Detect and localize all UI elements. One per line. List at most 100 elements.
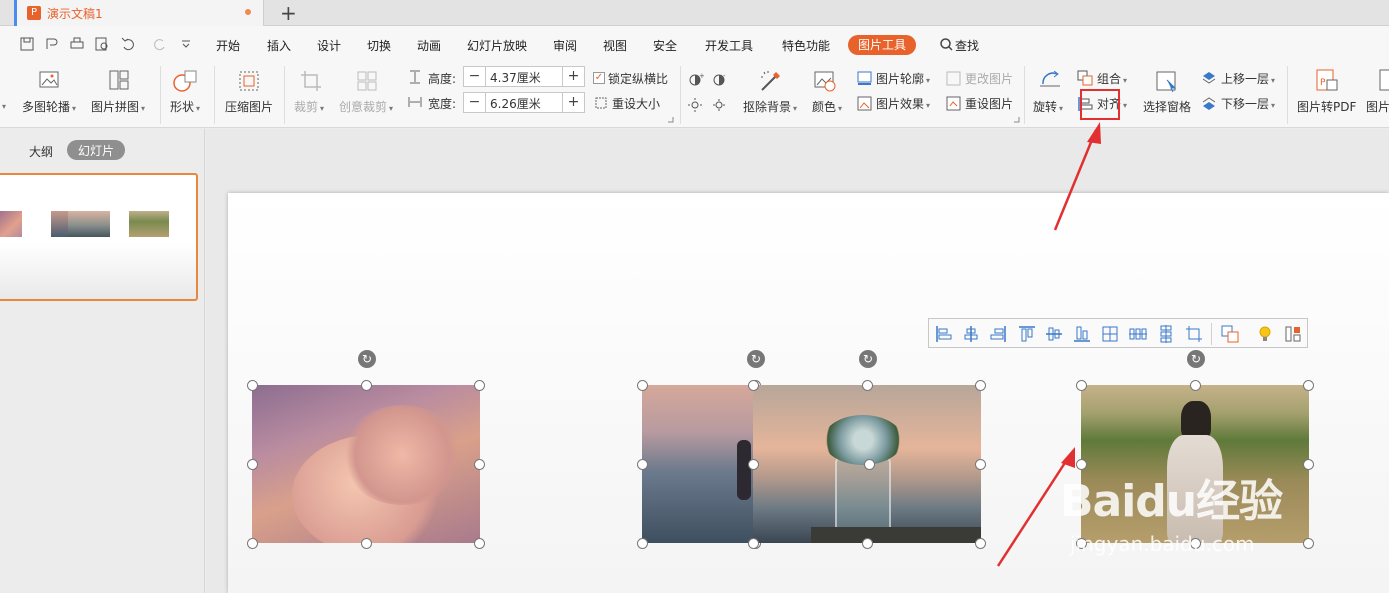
search-icon[interactable] xyxy=(940,38,953,51)
menu-developer[interactable]: 开发工具 xyxy=(705,37,753,54)
print-icon[interactable] xyxy=(70,37,84,51)
rotate-handle-icon[interactable]: ↻ xyxy=(859,350,877,368)
menu-picture-tools[interactable]: 图片工具 xyxy=(848,35,917,55)
dialog-launcher-icon[interactable] xyxy=(668,117,674,123)
color-button[interactable]: 颜色 ▾ xyxy=(812,98,842,115)
align-center-icon[interactable] xyxy=(961,324,981,344)
resize-handle[interactable] xyxy=(1076,380,1087,391)
undo-icon[interactable] xyxy=(121,37,135,51)
print-preview-icon[interactable] xyxy=(95,37,109,51)
rotate-handle-icon[interactable]: ↻ xyxy=(358,350,376,368)
height-decrease-button[interactable]: − xyxy=(464,67,486,86)
resize-handle[interactable] xyxy=(862,380,873,391)
menu-review[interactable]: 审阅 xyxy=(553,37,577,54)
width-decrease-button[interactable]: − xyxy=(464,93,486,112)
group-objects-icon[interactable] xyxy=(1220,324,1240,344)
export-icon[interactable] xyxy=(45,37,59,51)
resize-handle[interactable] xyxy=(247,459,258,470)
resize-handle[interactable] xyxy=(361,380,372,391)
resize-handle[interactable] xyxy=(1303,538,1314,549)
selection-pane-button[interactable]: 选择窗格 xyxy=(1143,98,1191,115)
layout-options-icon[interactable] xyxy=(1283,324,1303,344)
align-bottom-icon[interactable] xyxy=(1072,324,1092,344)
idea-bulb-icon[interactable] xyxy=(1255,324,1275,344)
menu-view[interactable]: 视图 xyxy=(603,37,627,54)
resize-handle[interactable] xyxy=(975,459,986,470)
resize-handle[interactable] xyxy=(1303,459,1314,470)
increase-brightness-icon[interactable] xyxy=(688,97,704,113)
reset-picture-button[interactable]: 重设图片 xyxy=(965,95,1013,112)
rotate-handle-icon[interactable]: ↻ xyxy=(747,350,765,368)
resize-handle[interactable] xyxy=(637,459,648,470)
crop-to-fit-icon[interactable] xyxy=(1184,324,1204,344)
send-backward-button[interactable]: 下移一层 ▾ xyxy=(1221,95,1275,112)
resize-handle[interactable] xyxy=(361,538,372,549)
resize-handle[interactable] xyxy=(748,380,759,391)
bring-forward-button[interactable]: 上移一层 ▾ xyxy=(1221,70,1275,87)
clouds-image[interactable] xyxy=(252,385,480,543)
customize-dropdown-icon[interactable] xyxy=(181,39,191,49)
align-middle-icon[interactable] xyxy=(1044,324,1064,344)
distribute-horizontal-icon[interactable] xyxy=(1128,324,1148,344)
distribute-vertical-icon[interactable] xyxy=(1156,324,1176,344)
menu-insert[interactable]: 插入 xyxy=(267,37,291,54)
height-increase-button[interactable]: + xyxy=(562,67,584,86)
resize-handle[interactable] xyxy=(637,380,648,391)
height-value[interactable]: 4.37厘米 xyxy=(490,69,541,86)
shape-button[interactable]: 形状 ▾ xyxy=(170,98,200,115)
align-left-icon[interactable] xyxy=(934,324,954,344)
redo-icon[interactable] xyxy=(153,37,167,51)
picture-to-pdf-button[interactable]: 图片转PDF xyxy=(1297,98,1356,115)
ribbon-overflow-arrow[interactable]: ▾ xyxy=(0,98,6,112)
reset-size-button[interactable]: 重设大小 xyxy=(612,95,660,112)
menu-transition[interactable]: 切换 xyxy=(367,37,391,54)
remove-background-button[interactable]: 抠除背景 ▾ xyxy=(743,98,797,115)
multi-carousel-button[interactable]: 多图轮播 ▾ xyxy=(22,98,76,115)
width-increase-button[interactable]: + xyxy=(562,93,584,112)
resize-handle[interactable] xyxy=(1303,380,1314,391)
resize-handle[interactable] xyxy=(862,538,873,549)
new-tab-button[interactable]: + xyxy=(280,1,297,25)
menu-slideshow[interactable]: 幻灯片放映 xyxy=(467,37,527,54)
align-right-icon[interactable] xyxy=(988,324,1008,344)
resize-handle[interactable] xyxy=(474,459,485,470)
more-picture-button[interactable]: 图片 xyxy=(1366,98,1389,115)
slide-thumbnail[interactable] xyxy=(0,173,198,301)
crop-button[interactable]: 裁剪 ▾ xyxy=(294,98,324,115)
resize-handle[interactable] xyxy=(474,380,485,391)
picture-effect-button[interactable]: 图片效果 ▾ xyxy=(876,95,930,112)
document-tab[interactable]: P 演示文稿1 xyxy=(14,0,264,26)
decrease-brightness-icon[interactable] xyxy=(712,97,728,113)
picture-outline-button[interactable]: 图片轮廓 ▾ xyxy=(876,70,930,87)
menu-special-features[interactable]: 特色功能 xyxy=(782,37,830,54)
resize-handle[interactable] xyxy=(474,538,485,549)
creative-crop-button[interactable]: 创意裁剪 ▾ xyxy=(339,98,393,115)
height-stepper[interactable]: − 4.37厘米 + xyxy=(463,66,585,87)
menu-design[interactable]: 设计 xyxy=(317,37,341,54)
compress-picture-button[interactable]: 压缩图片 xyxy=(225,98,273,115)
group-button[interactable]: 组合 ▾ xyxy=(1097,70,1127,87)
distribute-grid-icon[interactable] xyxy=(1100,324,1120,344)
change-picture-button[interactable]: 更改图片 xyxy=(965,70,1013,87)
save-icon[interactable] xyxy=(20,37,34,51)
width-value[interactable]: 6.26厘米 xyxy=(490,95,541,112)
resize-handle[interactable] xyxy=(748,459,759,470)
increase-contrast-icon[interactable]: + xyxy=(688,72,704,88)
lock-ratio-checkbox[interactable]: ✓ xyxy=(593,72,605,84)
picture-collage-button[interactable]: 图片拼图 ▾ xyxy=(91,98,145,115)
resize-handle[interactable] xyxy=(247,380,258,391)
width-stepper[interactable]: − 6.26厘米 + xyxy=(463,92,585,113)
align-top-icon[interactable] xyxy=(1017,324,1037,344)
menu-home[interactable]: 开始 xyxy=(216,37,240,54)
tab-slides[interactable]: 幻灯片 xyxy=(67,140,126,160)
rotate-handle-icon[interactable]: ↻ xyxy=(1187,350,1205,368)
resize-handle[interactable] xyxy=(748,538,759,549)
dialog-launcher-icon[interactable] xyxy=(1014,117,1020,123)
resize-handle[interactable] xyxy=(247,538,258,549)
tab-outline[interactable]: 大纲 xyxy=(29,143,53,160)
resize-handle[interactable] xyxy=(637,538,648,549)
menu-animation[interactable]: 动画 xyxy=(417,37,441,54)
resize-handle[interactable] xyxy=(975,380,986,391)
decrease-contrast-icon[interactable]: - xyxy=(712,72,728,88)
rotate-button[interactable]: 旋转 ▾ xyxy=(1033,98,1063,115)
